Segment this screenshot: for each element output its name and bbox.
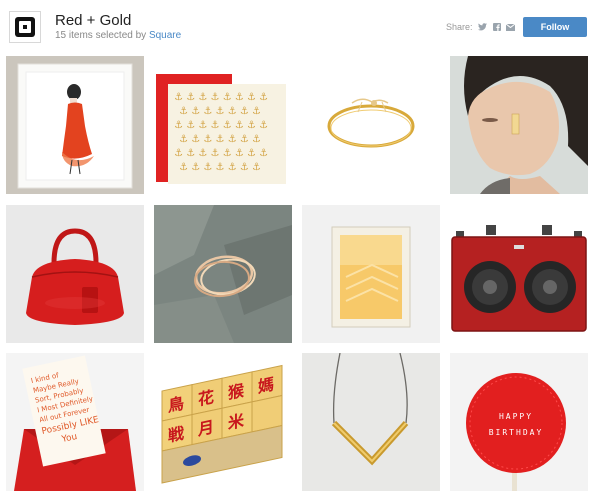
block-char: 米 bbox=[228, 411, 245, 433]
item-red-handbag[interactable] bbox=[6, 205, 144, 343]
block-char: 媽 bbox=[258, 374, 274, 396]
svg-text:⚓ ⚓ ⚓ ⚓ ⚓ ⚓ ⚓ ⚓: ⚓ ⚓ ⚓ ⚓ ⚓ ⚓ ⚓ ⚓ bbox=[174, 148, 268, 159]
block-char: 戦 bbox=[168, 423, 185, 445]
item-gold-necklace[interactable] bbox=[302, 353, 440, 491]
collection-title: Red + Gold bbox=[55, 12, 132, 29]
lollipop-text: BIRTHDAY bbox=[489, 428, 544, 437]
item-gold-rings[interactable] bbox=[154, 205, 292, 343]
item-red-boombox[interactable] bbox=[450, 205, 588, 343]
svg-text:⚓ ⚓ ⚓ ⚓ ⚓ ⚓ ⚓ ⚓: ⚓ ⚓ ⚓ ⚓ ⚓ ⚓ ⚓ ⚓ bbox=[174, 92, 268, 103]
share-label: Share: bbox=[446, 22, 473, 32]
lollipop-text: HAPPY bbox=[499, 412, 533, 421]
item-count-text: 15 items selected by bbox=[55, 30, 149, 41]
item-gold-print[interactable] bbox=[302, 205, 440, 343]
item-earring-portrait[interactable] bbox=[450, 56, 588, 194]
svg-text:⚓ ⚓ ⚓ ⚓ ⚓ ⚓ ⚓: ⚓ ⚓ ⚓ ⚓ ⚓ ⚓ ⚓ bbox=[179, 106, 261, 117]
item-gold-bracelet[interactable] bbox=[302, 56, 440, 194]
follow-button[interactable]: Follow bbox=[523, 17, 587, 37]
collection-subtitle: 15 items selected by Square bbox=[55, 30, 181, 41]
block-char: 鳥 bbox=[168, 393, 184, 415]
curator-link[interactable]: Square bbox=[149, 30, 181, 41]
item-red-dress-print[interactable] bbox=[6, 56, 144, 194]
block-char: 月 bbox=[197, 417, 214, 439]
svg-text:⚓ ⚓ ⚓ ⚓ ⚓ ⚓ ⚓: ⚓ ⚓ ⚓ ⚓ ⚓ ⚓ ⚓ bbox=[179, 162, 261, 173]
twitter-icon[interactable] bbox=[477, 22, 487, 32]
item-love-card[interactable]: I kind of Maybe Really Sort, Probably I … bbox=[6, 353, 144, 491]
email-icon[interactable] bbox=[505, 22, 515, 32]
square-logo-icon[interactable] bbox=[9, 11, 41, 43]
collection-header: Red + Gold 15 items selected by Square S… bbox=[0, 0, 596, 56]
item-gold-anchor-card[interactable]: ⚓ ⚓ ⚓ ⚓ ⚓ ⚓ ⚓ ⚓ ⚓ ⚓ ⚓ ⚓ ⚓ ⚓ ⚓ ⚓ ⚓ ⚓ ⚓ ⚓ … bbox=[154, 56, 292, 194]
item-birthday-lollipop[interactable]: HAPPY BIRTHDAY bbox=[450, 353, 588, 491]
block-char: 花 bbox=[198, 387, 214, 409]
item-character-blocks[interactable]: 鳥 花 猴 媽 戦 月 米 bbox=[154, 353, 292, 491]
svg-text:⚓ ⚓ ⚓ ⚓ ⚓ ⚓ ⚓: ⚓ ⚓ ⚓ ⚓ ⚓ ⚓ ⚓ bbox=[179, 134, 261, 145]
svg-text:⚓ ⚓ ⚓ ⚓ ⚓ ⚓ ⚓ ⚓: ⚓ ⚓ ⚓ ⚓ ⚓ ⚓ ⚓ ⚓ bbox=[174, 120, 268, 131]
block-char: 猴 bbox=[228, 381, 245, 403]
facebook-icon[interactable] bbox=[492, 22, 502, 32]
